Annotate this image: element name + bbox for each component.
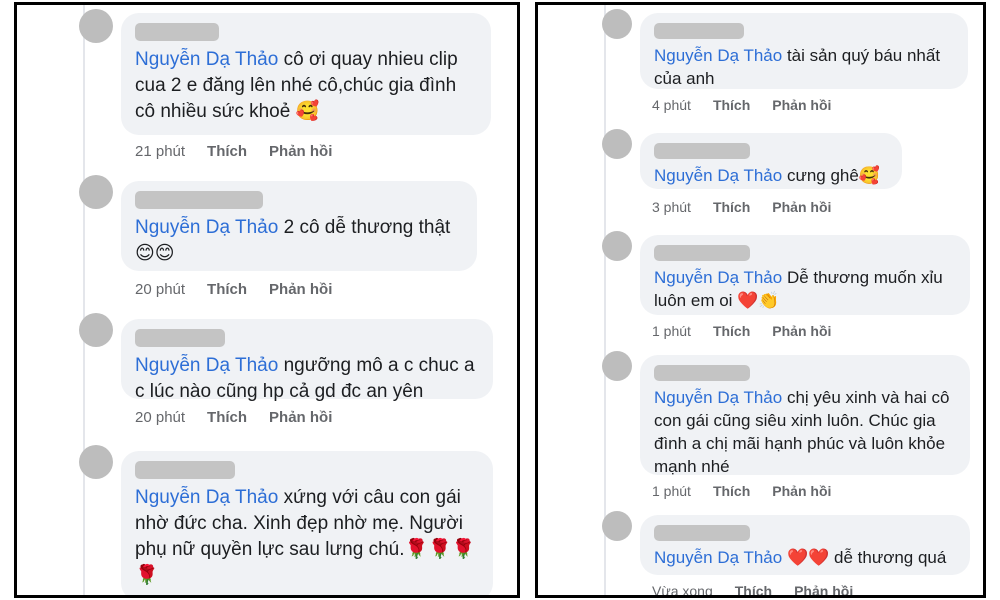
reply-button[interactable]: Phản hồi: [772, 483, 831, 499]
hidden-commenter-name[interactable]: [654, 245, 750, 261]
comment-bubble: Nguyễn Dạ Thảo xứng với câu con gái nhờ …: [121, 451, 493, 595]
mentioned-user-link[interactable]: Nguyễn Dạ Thảo: [135, 487, 278, 508]
thread-line: [604, 5, 606, 595]
comment-text: Nguyễn Dạ Thảo chị yêu xinh và hai cô co…: [654, 386, 956, 478]
mentioned-user-link[interactable]: Nguyễn Dạ Thảo: [135, 217, 278, 238]
avatar[interactable]: [79, 175, 113, 209]
mentioned-user-link[interactable]: Nguyễn Dạ Thảo: [654, 46, 782, 65]
hidden-commenter-name[interactable]: [654, 525, 750, 541]
mentioned-user-link[interactable]: Nguyễn Dạ Thảo: [654, 388, 782, 407]
avatar[interactable]: [602, 129, 632, 159]
comment-timestamp[interactable]: 20 phút: [135, 281, 185, 298]
avatar[interactable]: [79, 9, 113, 43]
comment-actions: 21 phút Thích Phản hồi: [135, 143, 332, 160]
comment-timestamp[interactable]: Vừa xong: [652, 583, 713, 595]
comment-actions: 4 phút Thích Phản hồi: [652, 97, 831, 113]
hidden-commenter-name[interactable]: [135, 461, 235, 479]
comment-body: ❤️❤️ dễ thương quá: [786, 548, 947, 567]
hidden-commenter-name[interactable]: [135, 191, 263, 209]
comment-actions: 1 phút Thích Phản hồi: [652, 483, 831, 499]
comment-text: Nguyễn Dạ Thảo xứng với câu con gái nhờ …: [135, 485, 479, 589]
reply-button[interactable]: Phản hồi: [269, 143, 332, 160]
comment-bubble: Nguyễn Dạ Thảo cưng ghê🥰: [640, 133, 902, 189]
comment-bubble: Nguyễn Dạ Thảo Dễ thương muốn xỉu luôn e…: [640, 235, 970, 315]
comment-bubble: Nguyễn Dạ Thảo tài sản quý báu nhất của …: [640, 13, 968, 89]
reply-button[interactable]: Phản hồi: [772, 97, 831, 113]
hidden-commenter-name[interactable]: [135, 23, 219, 41]
comments-panel-left: Nguyễn Dạ Thảo cô ơi quay nhieu clip cua…: [14, 2, 520, 598]
comment-text: Nguyễn Dạ Thảo tài sản quý báu nhất của …: [654, 44, 954, 90]
comment-timestamp[interactable]: 3 phút: [652, 199, 691, 215]
mentioned-user-link[interactable]: Nguyễn Dạ Thảo: [654, 548, 782, 567]
like-button[interactable]: Thích: [713, 97, 750, 113]
comment-body: cưng ghê🥰: [786, 166, 880, 185]
comment-timestamp[interactable]: 20 phút: [135, 409, 185, 426]
thread-line: [83, 5, 85, 595]
comment-actions: 20 phút Thích Phản hồi: [135, 409, 332, 426]
mentioned-user-link[interactable]: Nguyễn Dạ Thảo: [135, 49, 278, 70]
avatar[interactable]: [79, 445, 113, 479]
comment-text: Nguyễn Dạ Thảo ngưỡng mô a c chuc a c lú…: [135, 353, 479, 405]
comment-text: Nguyễn Dạ Thảo Dễ thương muốn xỉu luôn e…: [654, 266, 956, 312]
reply-button[interactable]: Phản hồi: [794, 583, 853, 595]
comment-text: Nguyễn Dạ Thảo cô ơi quay nhieu clip cua…: [135, 47, 477, 125]
mentioned-user-link[interactable]: Nguyễn Dạ Thảo: [654, 268, 782, 287]
comments-panel-right: Nguyễn Dạ Thảo tài sản quý báu nhất của …: [535, 2, 986, 598]
comment-actions: 1 phút Thích Phản hồi: [652, 323, 831, 339]
reply-button[interactable]: Phản hồi: [772, 199, 831, 215]
reply-button[interactable]: Phản hồi: [269, 281, 332, 298]
comment-timestamp[interactable]: 4 phút: [652, 97, 691, 113]
comment-actions: Vừa xong Thích Phản hồi: [652, 583, 853, 595]
like-button[interactable]: Thích: [207, 409, 247, 426]
comment-timestamp[interactable]: 21 phút: [135, 143, 185, 160]
avatar[interactable]: [602, 511, 632, 541]
like-button[interactable]: Thích: [207, 281, 247, 298]
like-button[interactable]: Thích: [735, 583, 772, 595]
hidden-commenter-name[interactable]: [654, 23, 744, 39]
like-button[interactable]: Thích: [207, 143, 247, 160]
comment-timestamp[interactable]: 1 phút: [652, 483, 691, 499]
mentioned-user-link[interactable]: Nguyễn Dạ Thảo: [654, 166, 782, 185]
hidden-commenter-name[interactable]: [135, 329, 225, 347]
comment-bubble: Nguyễn Dạ Thảo ❤️❤️ dễ thương quá: [640, 515, 970, 575]
comment-actions: 20 phút Thích Phản hồi: [135, 281, 332, 298]
comment-timestamp[interactable]: 1 phút: [652, 323, 691, 339]
comment-text: Nguyễn Dạ Thảo cưng ghê🥰: [654, 164, 888, 187]
reply-button[interactable]: Phản hồi: [269, 409, 332, 426]
avatar[interactable]: [602, 9, 632, 39]
avatar[interactable]: [602, 351, 632, 381]
mentioned-user-link[interactable]: Nguyễn Dạ Thảo: [135, 355, 278, 376]
avatar[interactable]: [602, 231, 632, 261]
hidden-commenter-name[interactable]: [654, 143, 750, 159]
like-button[interactable]: Thích: [713, 199, 750, 215]
avatar[interactable]: [79, 313, 113, 347]
comment-bubble: Nguyễn Dạ Thảo chị yêu xinh và hai cô co…: [640, 355, 970, 478]
reply-button[interactable]: Phản hồi: [772, 323, 831, 339]
comment-bubble: Nguyễn Dạ Thảo 2 cô dễ thương thật 😊😊: [121, 181, 477, 271]
comment-bubble: Nguyễn Dạ Thảo cô ơi quay nhieu clip cua…: [121, 13, 491, 135]
comment-actions: 3 phút Thích Phản hồi: [652, 199, 831, 215]
comment-text: Nguyễn Dạ Thảo 2 cô dễ thương thật 😊😊: [135, 215, 463, 267]
comment-text: Nguyễn Dạ Thảo ❤️❤️ dễ thương quá: [654, 546, 956, 569]
comment-bubble: Nguyễn Dạ Thảo ngưỡng mô a c chuc a c lú…: [121, 319, 493, 402]
hidden-commenter-name[interactable]: [654, 365, 750, 381]
like-button[interactable]: Thích: [713, 323, 750, 339]
like-button[interactable]: Thích: [713, 483, 750, 499]
